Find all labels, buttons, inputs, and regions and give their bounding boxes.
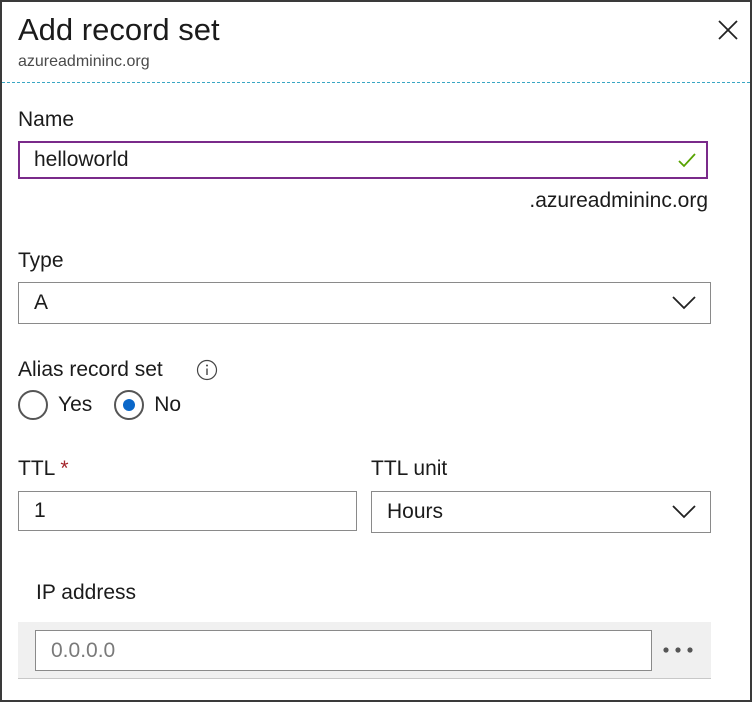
ttl-label: TTL * [18, 457, 69, 481]
close-icon[interactable] [716, 18, 740, 42]
checkmark-icon [678, 153, 696, 168]
name-label: Name [18, 108, 75, 131]
ttl-unit-label: TTL unit [371, 457, 448, 480]
ttl-unit-dropdown[interactable]: Hours [371, 491, 711, 533]
ip-address-input[interactable] [36, 637, 651, 664]
type-value: A [34, 291, 49, 314]
ttl-unit-value: Hours [387, 500, 444, 523]
alias-radio-group: Yes No [18, 390, 203, 420]
type-dropdown[interactable]: A [18, 282, 711, 324]
header-divider [2, 82, 750, 83]
alias-no-radio[interactable] [114, 390, 145, 420]
type-label: Type [18, 249, 64, 272]
ellipsis-icon[interactable] [662, 646, 694, 654]
ip-address-field[interactable] [35, 630, 652, 671]
name-field[interactable] [18, 141, 708, 179]
ttl-input[interactable] [19, 498, 356, 524]
chevron-down-icon [672, 296, 696, 310]
info-icon[interactable] [196, 359, 218, 381]
ttl-field[interactable] [18, 491, 357, 531]
panel-title: Add record set [18, 12, 220, 47]
ttl-label-text: TTL [18, 457, 55, 480]
alias-yes-option[interactable]: Yes [18, 390, 92, 420]
alias-no-label: No [154, 393, 182, 416]
name-suffix: .azureadmininc.org [529, 189, 708, 212]
alias-label-text: Alias record set [18, 358, 163, 381]
name-input[interactable] [20, 147, 676, 173]
alias-label: Alias record set [18, 358, 163, 382]
alias-yes-radio[interactable] [18, 390, 48, 420]
add-record-set-panel: Add record set azureadmininc.org Name .a… [0, 0, 752, 702]
required-indicator: * [60, 457, 69, 480]
chevron-down-icon [672, 505, 696, 519]
alias-no-option[interactable]: No [114, 390, 181, 420]
alias-yes-label: Yes [58, 393, 93, 416]
panel-subtitle: azureadmininc.org [18, 53, 150, 70]
ip-address-label: IP address [36, 581, 137, 604]
